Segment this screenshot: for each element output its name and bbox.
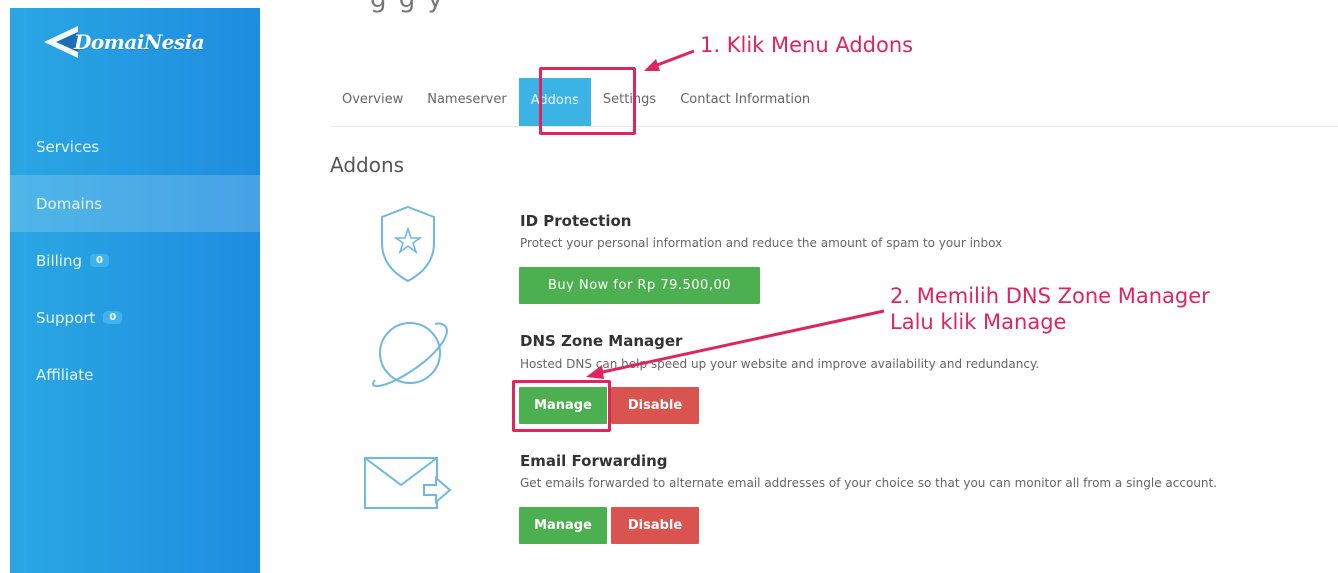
planet-icon — [372, 322, 448, 388]
billing-count-badge: 0 — [90, 254, 109, 267]
addon-desc-email-forwarding: Get emails forwarded to alternate email … — [520, 476, 1218, 490]
sidebar-item-billing[interactable]: Billing 0 — [10, 232, 260, 289]
sidebar-item-label: Affiliate — [36, 365, 94, 384]
sidebar: DomaiNesia Services Domains Billing 0 Su… — [10, 8, 260, 573]
disable-dns-button[interactable]: Disable — [611, 387, 699, 424]
manage-email-forwarding-button[interactable]: Manage — [519, 507, 607, 544]
annotation-step-2-line-2: Lalu klik Manage — [890, 310, 1067, 334]
support-count-badge: 0 — [103, 311, 123, 324]
sidebar-item-label: Billing — [36, 251, 82, 270]
sidebar-item-support[interactable]: Support 0 — [10, 289, 260, 346]
section-title: Addons — [330, 153, 405, 177]
page-title-partial: g g y — [370, 0, 445, 14]
logo[interactable]: DomaiNesia — [40, 14, 220, 70]
tab-overview[interactable]: Overview — [330, 92, 415, 126]
sidebar-nav: Services Domains Billing 0 Support 0 Aff… — [10, 118, 260, 403]
sidebar-item-services[interactable]: Services — [10, 118, 260, 175]
annotation-step-2-line-1: 2. Memilih DNS Zone Manager — [890, 284, 1210, 308]
tab-contact-information[interactable]: Contact Information — [668, 92, 822, 126]
sidebar-item-affiliate[interactable]: Affiliate — [10, 346, 260, 403]
addon-desc-id-protection: Protect your personal information and re… — [520, 236, 1003, 250]
manage-button-highlight — [512, 380, 611, 432]
domain-tabs: Overview Nameserver Addons Settings Cont… — [330, 72, 1338, 127]
addons-tab-highlight — [539, 67, 636, 135]
addon-title-id-protection: ID Protection — [520, 212, 632, 230]
tab-nameserver[interactable]: Nameserver — [415, 92, 519, 126]
addon-title-email-forwarding: Email Forwarding — [520, 452, 668, 470]
disable-email-forwarding-button[interactable]: Disable — [611, 507, 699, 544]
sidebar-item-label: Domains — [36, 194, 103, 213]
envelope-forward-icon — [364, 457, 452, 509]
sidebar-item-label: Services — [36, 137, 100, 156]
sidebar-item-domains[interactable]: Domains — [10, 175, 260, 232]
logo-text: DomaiNesia — [74, 30, 205, 54]
annotation-arrow-2 — [586, 309, 885, 379]
buy-id-protection-button[interactable]: Buy Now for Rp 79.500,00 — [519, 267, 760, 304]
shield-star-icon — [381, 205, 435, 283]
annotation-step-1: 1. Klik Menu Addons — [700, 33, 914, 57]
annotation-arrow-1 — [644, 49, 695, 71]
sidebar-item-label: Support — [36, 308, 96, 327]
